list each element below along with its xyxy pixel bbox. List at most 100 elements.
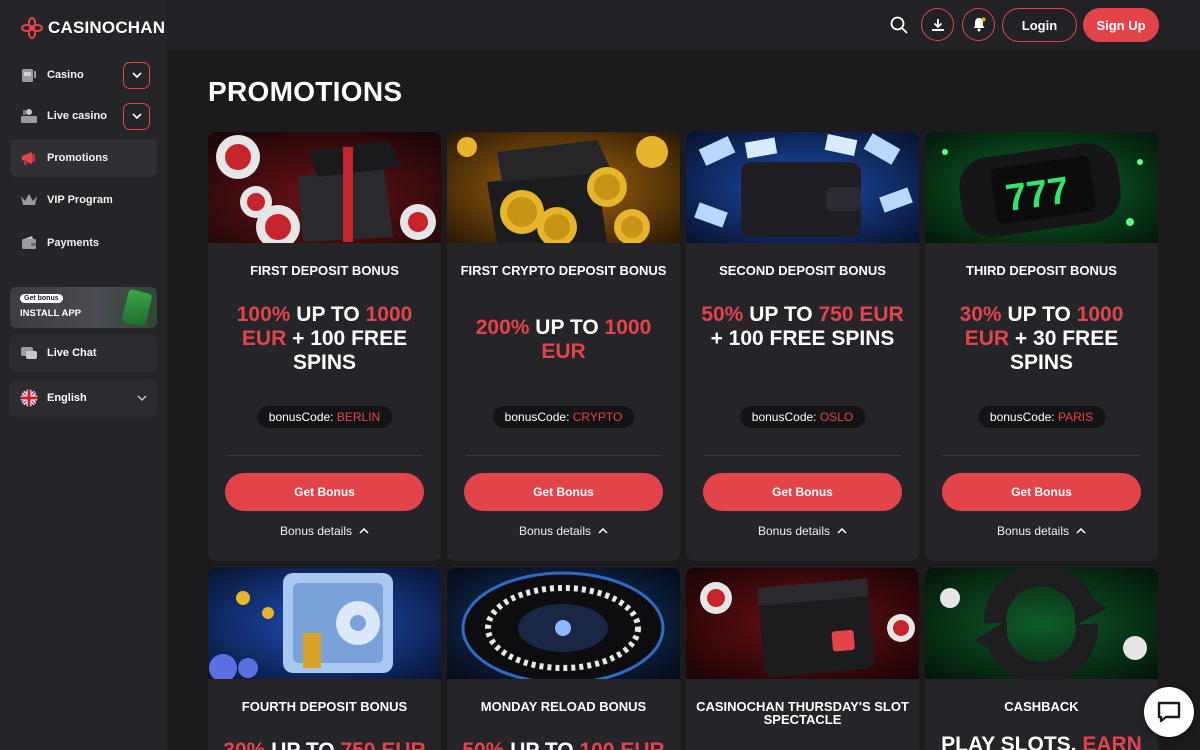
offer-text: UP TO: [265, 739, 340, 750]
offer-text: UP TO: [504, 739, 579, 750]
sidebar-item-live-casino[interactable]: Live casino: [10, 97, 157, 135]
login-button[interactable]: Login: [1002, 8, 1077, 42]
promo-offer: 200% UP TO 1000 EUR: [461, 316, 666, 364]
offer-highlight: 100%: [236, 303, 291, 326]
sidebar: CASINOCHAN Casino Live casino Promotions…: [0, 0, 167, 750]
bonus-details-toggle[interactable]: Bonus details: [925, 524, 1158, 538]
promo-card-cashback: CASHBACK PLAY SLOTS, EARN: [925, 568, 1158, 750]
live-chat-label: Live Chat: [47, 347, 97, 359]
promo-image-calendar: [686, 568, 919, 679]
chevron-down-icon: [131, 72, 142, 79]
chevron-up-icon: [359, 528, 369, 534]
promo-offer: 30% UP TO 750 EUR: [222, 739, 427, 750]
expand-casino-button[interactable]: [123, 62, 150, 89]
bonus-details-toggle[interactable]: Bonus details: [686, 524, 919, 538]
megaphone-icon: [19, 148, 39, 168]
install-app-banner[interactable]: Get bonus INSTALL APP: [10, 287, 157, 328]
language-selector[interactable]: English: [10, 379, 157, 417]
bonus-code-value: CRYPTO: [572, 410, 623, 424]
offer-text: UP TO: [1001, 303, 1077, 326]
sidebar-item-promotions[interactable]: Promotions: [10, 139, 157, 177]
offer-highlight: 750 EUR: [818, 303, 904, 326]
bonus-code-value: BERLIN: [336, 410, 381, 424]
wallet-icon: [19, 233, 39, 253]
promo-image-roulette-wheel: [447, 568, 680, 679]
bell-icon: [973, 17, 985, 32]
offer-highlight: 100 EUR: [579, 739, 664, 750]
bonus-code-badge[interactable]: bonusCode: BERLIN: [256, 406, 393, 428]
chat-icon: [19, 343, 39, 363]
promo-card-thursday-slot-spectacle: CASINOCHAN THURSDAY'S SLOT SPECTACLE: [686, 568, 919, 750]
bonus-details-toggle[interactable]: Bonus details: [447, 524, 680, 538]
divider: [465, 455, 662, 456]
promo-offer: 30% UP TO 1000 EUR + 30 FREE SPINS: [939, 303, 1144, 375]
get-bonus-button[interactable]: Get Bonus: [225, 473, 424, 511]
download-app-button[interactable]: [921, 8, 954, 41]
promo-card-first-deposit: FIRST DEPOSIT BONUS 100% UP TO 1000 EUR …: [208, 132, 441, 561]
expand-live-casino-button[interactable]: [123, 103, 150, 130]
sidebar-item-vip-program[interactable]: VIP Program: [10, 181, 157, 219]
promo-image-cashback-arrows: [925, 568, 1158, 679]
bonus-code-value: PARIS: [1057, 410, 1094, 424]
sidebar-item-casino[interactable]: Casino: [10, 56, 157, 94]
sidebar-item-label: Live casino: [47, 110, 107, 122]
offer-text: + 100 FREE SPINS: [710, 327, 895, 350]
bonus-code-badge[interactable]: bonusCode: OSLO: [739, 406, 866, 428]
bonus-code-label: bonusCode:: [268, 410, 334, 424]
sidebar-item-payments[interactable]: Payments: [10, 224, 157, 262]
bonus-code-value: OSLO: [819, 410, 854, 424]
divider: [226, 455, 423, 456]
bonus-code-label: bonusCode:: [989, 410, 1055, 424]
download-icon: [931, 18, 944, 31]
bonus-details-label: Bonus details: [996, 524, 1070, 538]
divider: [704, 455, 901, 456]
bonus-details-toggle[interactable]: Bonus details: [208, 524, 441, 538]
promo-offer: 100% UP TO 1000 EUR + 100 FREE SPINS: [222, 303, 427, 375]
bonus-code-badge[interactable]: bonusCode: CRYPTO: [492, 406, 635, 428]
bonus-details-label: Bonus details: [279, 524, 353, 538]
promo-card-second-deposit: SECOND DEPOSIT BONUS 50% UP TO 750 EUR +…: [686, 132, 919, 561]
offer-highlight: 30%: [223, 739, 265, 750]
sidebar-item-label: VIP Program: [47, 194, 113, 206]
promo-image-wallet-cash: [686, 132, 919, 243]
live-dealer-icon: [19, 106, 39, 126]
svg-text:777: 777: [1003, 170, 1072, 220]
offer-highlight: EARN: [1082, 733, 1142, 750]
chevron-up-icon: [598, 528, 608, 534]
get-bonus-button[interactable]: Get Bonus: [464, 473, 663, 511]
bonus-code-label: bonusCode:: [504, 410, 570, 424]
bonus-details-label: Bonus details: [757, 524, 831, 538]
chevron-down-icon: [137, 395, 147, 401]
promo-image-slot-777: 777: [925, 132, 1158, 243]
bonus-code-badge[interactable]: bonusCode: PARIS: [977, 406, 1106, 428]
chat-widget-button[interactable]: [1144, 687, 1194, 737]
promo-card-fourth-deposit: FOURTH DEPOSIT BONUS 30% UP TO 750 EUR: [208, 568, 441, 750]
promo-image-crypto-coins: [447, 132, 680, 243]
search-icon[interactable]: [889, 15, 909, 35]
slot-machine-icon: [19, 65, 39, 85]
offer-highlight: 30%: [959, 303, 1002, 326]
get-bonus-button[interactable]: Get Bonus: [703, 473, 902, 511]
brand-name: CASINOCHAN: [48, 18, 166, 37]
get-bonus-button[interactable]: Get Bonus: [942, 473, 1141, 511]
promo-offer: 50% UP TO 100 EUR: [461, 739, 666, 750]
divider: [943, 455, 1140, 456]
promo-title: CASHBACK: [1004, 699, 1079, 714]
bonus-code-label: bonusCode:: [751, 410, 817, 424]
live-chat-button[interactable]: Live Chat: [10, 334, 157, 372]
phone-icon: [121, 288, 153, 328]
promo-image-vault-safe: [208, 568, 441, 679]
offer-text: UP TO: [743, 303, 819, 326]
offer-text: + 100 FREE SPINS: [286, 327, 408, 374]
offer-text: UP TO: [529, 316, 605, 339]
logo[interactable]: CASINOCHAN: [20, 16, 165, 40]
promo-title: FIRST CRYPTO DEPOSIT BONUS: [460, 263, 667, 278]
promo-title: MONDAY RELOAD BONUS: [480, 699, 647, 714]
promo-title: FOURTH DEPOSIT BONUS: [241, 699, 408, 714]
notifications-button[interactable]: [962, 8, 995, 41]
uk-flag-icon: [19, 388, 39, 408]
chat-bubble-icon: [1157, 701, 1181, 723]
chevron-up-icon: [837, 528, 847, 534]
language-label: English: [47, 392, 87, 404]
signup-button[interactable]: Sign Up: [1083, 8, 1159, 42]
